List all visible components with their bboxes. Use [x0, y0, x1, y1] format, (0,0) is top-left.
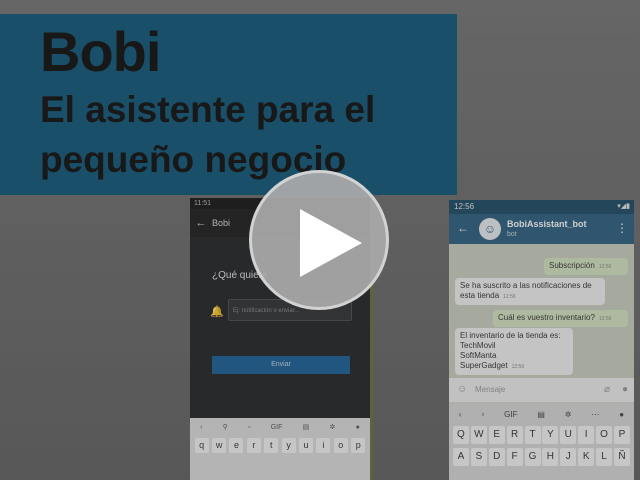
gear-icon[interactable]: ✲: [329, 423, 335, 431]
key[interactable]: D: [488, 448, 505, 466]
play-icon: [300, 209, 362, 277]
back-arrow-icon[interactable]: ←: [190, 217, 212, 229]
key[interactable]: J: [560, 448, 577, 466]
title-banner: Bobi El asistente para el pequeño negoci…: [0, 14, 457, 195]
key[interactable]: E: [488, 426, 505, 444]
search-icon[interactable]: ⚲: [223, 423, 228, 431]
key[interactable]: y: [281, 438, 296, 453]
video-thumbnail[interactable]: Bobi El asistente para el pequeño negoci…: [0, 0, 640, 480]
message-text: Se ha suscrito a las notificaciones de e…: [460, 281, 592, 300]
key[interactable]: A: [452, 448, 469, 466]
play-button[interactable]: [249, 170, 389, 310]
message-input[interactable]: Mensaje: [475, 378, 505, 402]
message-time: 12:56: [598, 316, 612, 322]
mic-icon[interactable]: ●: [619, 410, 624, 419]
key[interactable]: K: [578, 448, 595, 466]
chat-area: Subscripción 12:56 Se ha suscrito a las n…: [449, 244, 634, 378]
message-time: 12:56: [598, 264, 612, 270]
tagline-line-1: El asistente para el: [40, 89, 376, 130]
status-time: 12:56: [454, 202, 475, 211]
clipboard-icon[interactable]: ▤: [537, 410, 545, 419]
emoji-icon[interactable]: ☺: [457, 378, 467, 402]
key[interactable]: R: [506, 426, 523, 444]
message-bubble: El inventario de la tienda es: TechMovil…: [455, 328, 573, 375]
mic-icon[interactable]: ●: [356, 424, 360, 431]
keyboard: ‹ ⚲ ▫ GIF ▤ ✲ ● q w e r t y u i o p: [190, 418, 370, 480]
key[interactable]: Q: [452, 426, 469, 444]
key[interactable]: p: [351, 438, 366, 453]
more-horiz-icon[interactable]: ⋯: [591, 410, 599, 419]
message-text: SoftManta: [460, 351, 497, 360]
message-time: 12:56: [503, 294, 516, 300]
key[interactable]: u: [299, 438, 314, 453]
key[interactable]: F: [506, 448, 523, 466]
brand-title: Bobi: [40, 20, 161, 83]
key[interactable]: P: [613, 426, 630, 444]
sticker-icon[interactable]: ▫: [481, 410, 484, 419]
status-bar: 12:56 ▾◢▮: [449, 200, 634, 214]
keyboard-suggestion-bar: ‹ ⚲ ▫ GIF ▤ ✲ ●: [190, 418, 370, 436]
more-vert-icon[interactable]: ⋮: [616, 221, 628, 235]
key[interactable]: G: [524, 448, 541, 466]
key[interactable]: O: [596, 426, 613, 444]
key[interactable]: i: [316, 438, 331, 453]
bot-avatar[interactable]: ☺: [479, 218, 501, 240]
message-text: Cuál es vuestro inventario?: [498, 313, 595, 322]
keyboard-row: q w e r t y u i o p: [190, 436, 370, 455]
key[interactable]: r: [246, 438, 261, 453]
gif-button[interactable]: GIF: [504, 410, 517, 419]
key[interactable]: Y: [542, 426, 559, 444]
back-arrow-icon[interactable]: ←: [457, 221, 469, 235]
clipboard-icon[interactable]: ▤: [303, 423, 310, 431]
key[interactable]: S: [470, 448, 487, 466]
chevron-left-icon[interactable]: ‹: [200, 424, 202, 431]
key[interactable]: T: [524, 426, 541, 444]
paperclip-icon[interactable]: ⌀: [604, 378, 610, 402]
chevron-left-icon[interactable]: ‹: [459, 410, 462, 419]
message-text: SuperGadget: [460, 361, 508, 370]
message-composer: ☺ Mensaje ⌀ ●: [449, 378, 634, 402]
key[interactable]: U: [560, 426, 577, 444]
key[interactable]: Ñ: [613, 448, 630, 466]
bot-subtitle: bot: [507, 231, 517, 238]
key[interactable]: q: [194, 438, 209, 453]
bot-name: BobiAssistant_bot: [507, 219, 587, 229]
signal-battery-icon: ▾◢▮: [617, 203, 630, 210]
key[interactable]: e: [229, 438, 244, 453]
chat-header: ← ☺ BobiAssistant_bot bot ⋮: [449, 214, 634, 244]
phone-screenshot-right: 12:56 ▾◢▮ ← ☺ BobiAssistant_bot bot ⋮ Su…: [449, 200, 634, 480]
key[interactable]: I: [578, 426, 595, 444]
key[interactable]: L: [596, 448, 613, 466]
status-time: 11:51: [194, 200, 211, 207]
keyboard-row: A S D F G H J K L Ñ: [449, 446, 634, 468]
keyboard-row: Q W E R T Y U I O P: [449, 424, 634, 446]
gear-icon[interactable]: ✲: [565, 410, 572, 419]
message-text: Subscripción: [549, 261, 595, 270]
keyboard-suggestion-bar: ‹ ▫ GIF ▤ ✲ ⋯ ●: [449, 404, 634, 424]
mic-icon[interactable]: ●: [622, 378, 628, 402]
sticker-icon[interactable]: ▫: [248, 424, 250, 431]
key[interactable]: t: [264, 438, 279, 453]
message-time: 12:56: [511, 364, 525, 370]
message-bubble: Se ha suscrito a las notificaciones de e…: [455, 278, 605, 305]
key[interactable]: H: [542, 448, 559, 466]
key[interactable]: w: [212, 438, 227, 453]
message-bubble: Subscripción 12:56: [544, 258, 628, 275]
gif-button[interactable]: GIF: [271, 424, 283, 431]
message-bubble: Cuál es vuestro inventario? 12:56: [493, 310, 628, 327]
send-button[interactable]: Enviar: [212, 356, 350, 374]
message-text: El inventario de la tienda es:: [460, 331, 561, 340]
key[interactable]: W: [470, 426, 487, 444]
key[interactable]: o: [333, 438, 348, 453]
app-title: Bobi: [212, 218, 231, 228]
message-text: TechMovil: [460, 341, 496, 350]
keyboard: ‹ ▫ GIF ▤ ✲ ⋯ ● Q W E R T Y U I O P A S …: [449, 404, 634, 480]
bell-icon: 🔔: [210, 306, 224, 318]
